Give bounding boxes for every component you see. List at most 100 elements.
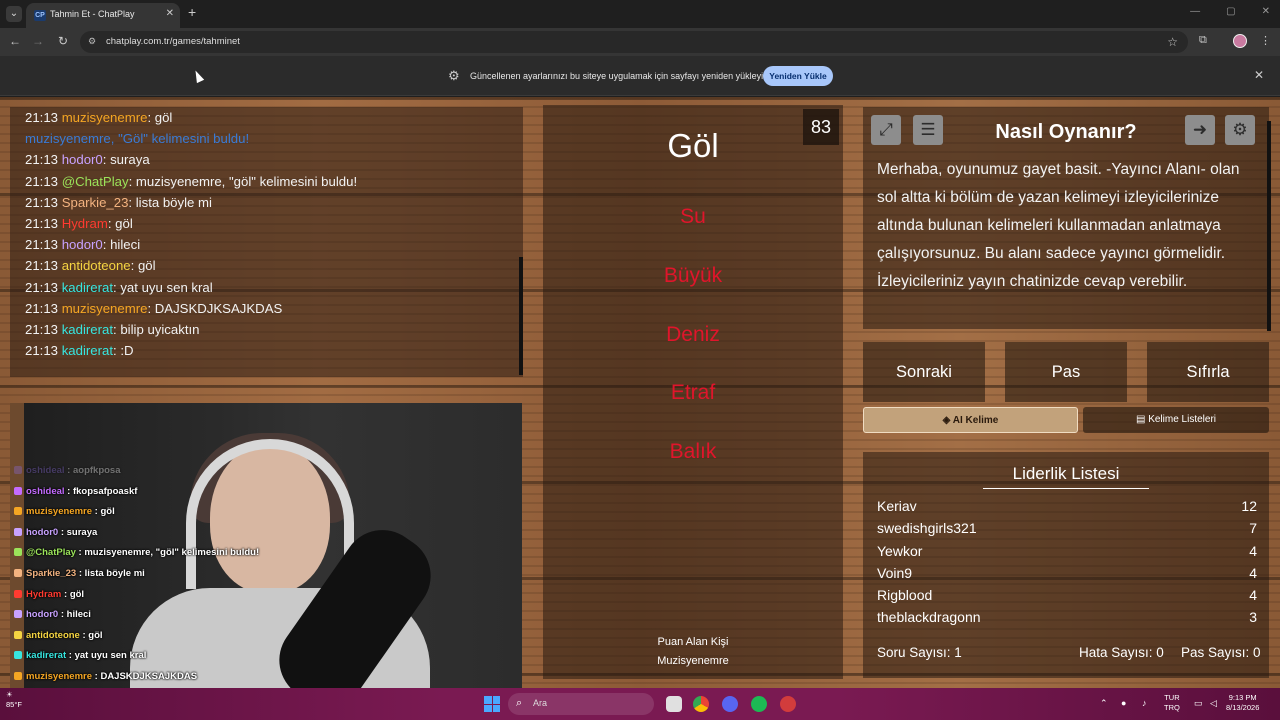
tray-expand-icon[interactable]: ⌃ xyxy=(1100,698,1108,709)
system-clock[interactable]: 9:13 PM 8/13/2026 xyxy=(1226,693,1259,713)
stream-chat-username: hodor0 xyxy=(26,526,59,538)
chat-username[interactable]: kadirerat xyxy=(62,322,113,337)
search-icon: ⌕ xyxy=(516,697,523,709)
how-to-play-panel: ⤢ ☰ Nasıl Oynanır? ➜ ⚙ Merhaba, oyunumuz… xyxy=(863,107,1271,331)
chat-time: 21:13 xyxy=(25,110,59,125)
close-tab-icon[interactable]: ✕ xyxy=(166,8,174,19)
error-count: Hata Sayısı: 0 xyxy=(1079,645,1164,660)
pass-button[interactable]: Pas xyxy=(1005,342,1127,402)
stream-chat-text: : DAJSKDJKSAJKDAS xyxy=(92,670,198,682)
chat-text: : yat uyu sen kral xyxy=(113,279,213,295)
site-info-icon[interactable]: ⚙ xyxy=(88,36,100,48)
stream-chat-message: hodor0 : hileci xyxy=(10,605,370,626)
reload-icon[interactable]: ↻ xyxy=(55,34,71,48)
leaderboard-name: swedishgirls321 xyxy=(877,520,977,537)
chat-message: 21:13 @ChatPlay: muzisyenemre, "göl" kel… xyxy=(10,171,523,192)
browser-tab[interactable]: CP Tahmin Et - ChatPlay ✕ xyxy=(26,3,180,28)
exit-icon[interactable]: ➜ xyxy=(1185,115,1215,145)
next-button[interactable]: Sonraki xyxy=(863,342,985,402)
chat-username[interactable]: kadirerat xyxy=(62,343,113,358)
back-icon[interactable]: ← xyxy=(7,34,23,48)
how-to-play-text: Merhaba, oyunumuz gayet basit. -Yayıncı … xyxy=(877,161,1240,290)
stream-chat-username: Sparkie_23 xyxy=(26,567,77,579)
chat-text: : göl xyxy=(107,215,133,231)
leaderboard-score: 7 xyxy=(1249,520,1257,537)
chat-text: : göl xyxy=(147,110,173,125)
leaderboard-name: Yewkor xyxy=(877,542,923,559)
chat-username[interactable]: hodor0 xyxy=(62,237,103,252)
chat-username[interactable]: Hydram xyxy=(62,216,108,231)
network-icon[interactable]: ● xyxy=(1121,698,1126,708)
maximize-icon[interactable]: ▢ xyxy=(1226,6,1235,17)
display-icon[interactable]: ▭ xyxy=(1194,698,1203,709)
chat-text: : suraya xyxy=(102,152,150,168)
chat-badge-icon xyxy=(14,507,22,516)
minimize-icon[interactable]: — xyxy=(1190,6,1200,17)
spotify-icon[interactable] xyxy=(751,696,767,712)
leaderboard-row: Voin9 4 xyxy=(877,562,1257,584)
new-tab-icon[interactable]: + xyxy=(188,5,196,19)
close-window-icon[interactable]: ✕ xyxy=(1262,6,1270,17)
chat-text: muzisyenemre, "Göl" kelimesini buldu! xyxy=(25,131,250,147)
stream-chat-username: Hydram xyxy=(26,588,62,600)
stream-chat-text: : göl xyxy=(79,629,103,641)
stream-chat-overlay: oshideal : aopfkposa oshideal : fkopsafpo… xyxy=(10,461,370,688)
stream-chat-username: antidoteone xyxy=(26,629,80,641)
leaderboard-list: Keriav 12 swedishgirls321 7 Yewkor 4 Voin9 4 Rig… xyxy=(877,495,1257,629)
start-menu-icon[interactable] xyxy=(484,696,500,712)
chrome-icon[interactable] xyxy=(693,696,709,712)
obs-icon[interactable] xyxy=(780,696,796,712)
language-code: TUR xyxy=(1164,693,1180,702)
word-panel: 83 Göl Su Büyük Deniz Etraf Balık Puan A… xyxy=(543,105,843,679)
stream-chat-text: : fkopsafpoaskf xyxy=(64,485,138,497)
chat-time: 21:13 xyxy=(25,321,59,337)
discord-icon[interactable] xyxy=(722,696,738,712)
chat-username[interactable]: muzisyenemre xyxy=(62,110,148,125)
reset-button[interactable]: Sıfırla xyxy=(1147,342,1269,402)
chat-username[interactable]: muzisyenemre xyxy=(62,301,148,316)
chat-time: 21:13 xyxy=(25,194,59,210)
chat-message: 21:13 kadirerat: yat uyu sen kral xyxy=(10,277,523,298)
profile-avatar-icon[interactable] xyxy=(1233,34,1247,48)
close-infobar-icon[interactable]: ✕ xyxy=(1254,68,1264,82)
address-bar[interactable]: ⚙ chatplay.com.tr/games/tahminet ☆ xyxy=(80,31,1188,53)
chat-text: : hileci xyxy=(102,237,141,253)
taboo-word: Balık xyxy=(669,440,717,463)
reload-page-button[interactable]: Yeniden Yükle xyxy=(763,66,833,86)
clock-date: 8/13/2026 xyxy=(1226,703,1260,712)
taskbar-search[interactable]: ⌕ Ara xyxy=(508,693,654,715)
chat-username[interactable]: @ChatPlay xyxy=(62,174,129,189)
chat-badge-icon xyxy=(14,466,22,474)
word-lists-button[interactable]: ▤ Kelime Listeleri xyxy=(1083,407,1269,433)
forward-icon[interactable]: → xyxy=(30,34,46,48)
chat-badge-icon xyxy=(14,548,22,557)
chat-time: 21:13 xyxy=(25,258,59,274)
chat-username[interactable]: kadirerat xyxy=(62,280,113,295)
chat-scrollbar[interactable] xyxy=(519,257,523,375)
language-indicator[interactable]: TUR TRQ xyxy=(1164,693,1180,713)
file-explorer-icon[interactable] xyxy=(666,696,682,712)
chat-username[interactable]: hodor0 xyxy=(62,152,103,167)
chat-username[interactable]: antidoteone xyxy=(62,258,131,273)
settings-gear-icon[interactable]: ⚙ xyxy=(1225,115,1255,145)
stream-chat-text: : muzisyenemre, "göl" kelimesini buldu! xyxy=(75,547,260,559)
chat-badge-icon xyxy=(14,671,22,680)
windows-taskbar: ☀ 85°F ⌕ Ara ⌃ ● ♪ TUR TRQ ▭ ◁ 9:13 PM 8… xyxy=(0,688,1280,720)
bookmark-star-icon[interactable]: ☆ xyxy=(1167,35,1178,49)
stream-chat-text: : suraya xyxy=(58,526,98,538)
chat-text: : bilip uyicaktın xyxy=(113,321,200,337)
ai-word-button[interactable]: ◈ AI Kelime xyxy=(863,407,1078,433)
volume-icon[interactable]: ◁ xyxy=(1210,698,1217,709)
weather-widget[interactable]: ☀ 85°F xyxy=(6,690,22,710)
menu-icon[interactable]: ⋮ xyxy=(1260,34,1271,47)
stream-chat-message: Sparkie_23 : lista böyle mi xyxy=(10,564,370,585)
chat-message: 21:13 kadirerat: bilip uyicaktın xyxy=(10,319,523,340)
extensions-icon[interactable]: ⧉ xyxy=(1199,34,1207,47)
taboo-word: Deniz xyxy=(666,323,720,346)
ai-word-label: AI Kelime xyxy=(952,415,999,426)
how-scrollbar[interactable] xyxy=(1267,121,1271,331)
microphone-tray-icon[interactable]: ♪ xyxy=(1142,698,1147,708)
chat-text: : lista böyle mi xyxy=(128,194,212,210)
chat-username[interactable]: Sparkie_23 xyxy=(62,195,129,210)
tab-search-icon[interactable]: ⌄ xyxy=(6,6,22,22)
